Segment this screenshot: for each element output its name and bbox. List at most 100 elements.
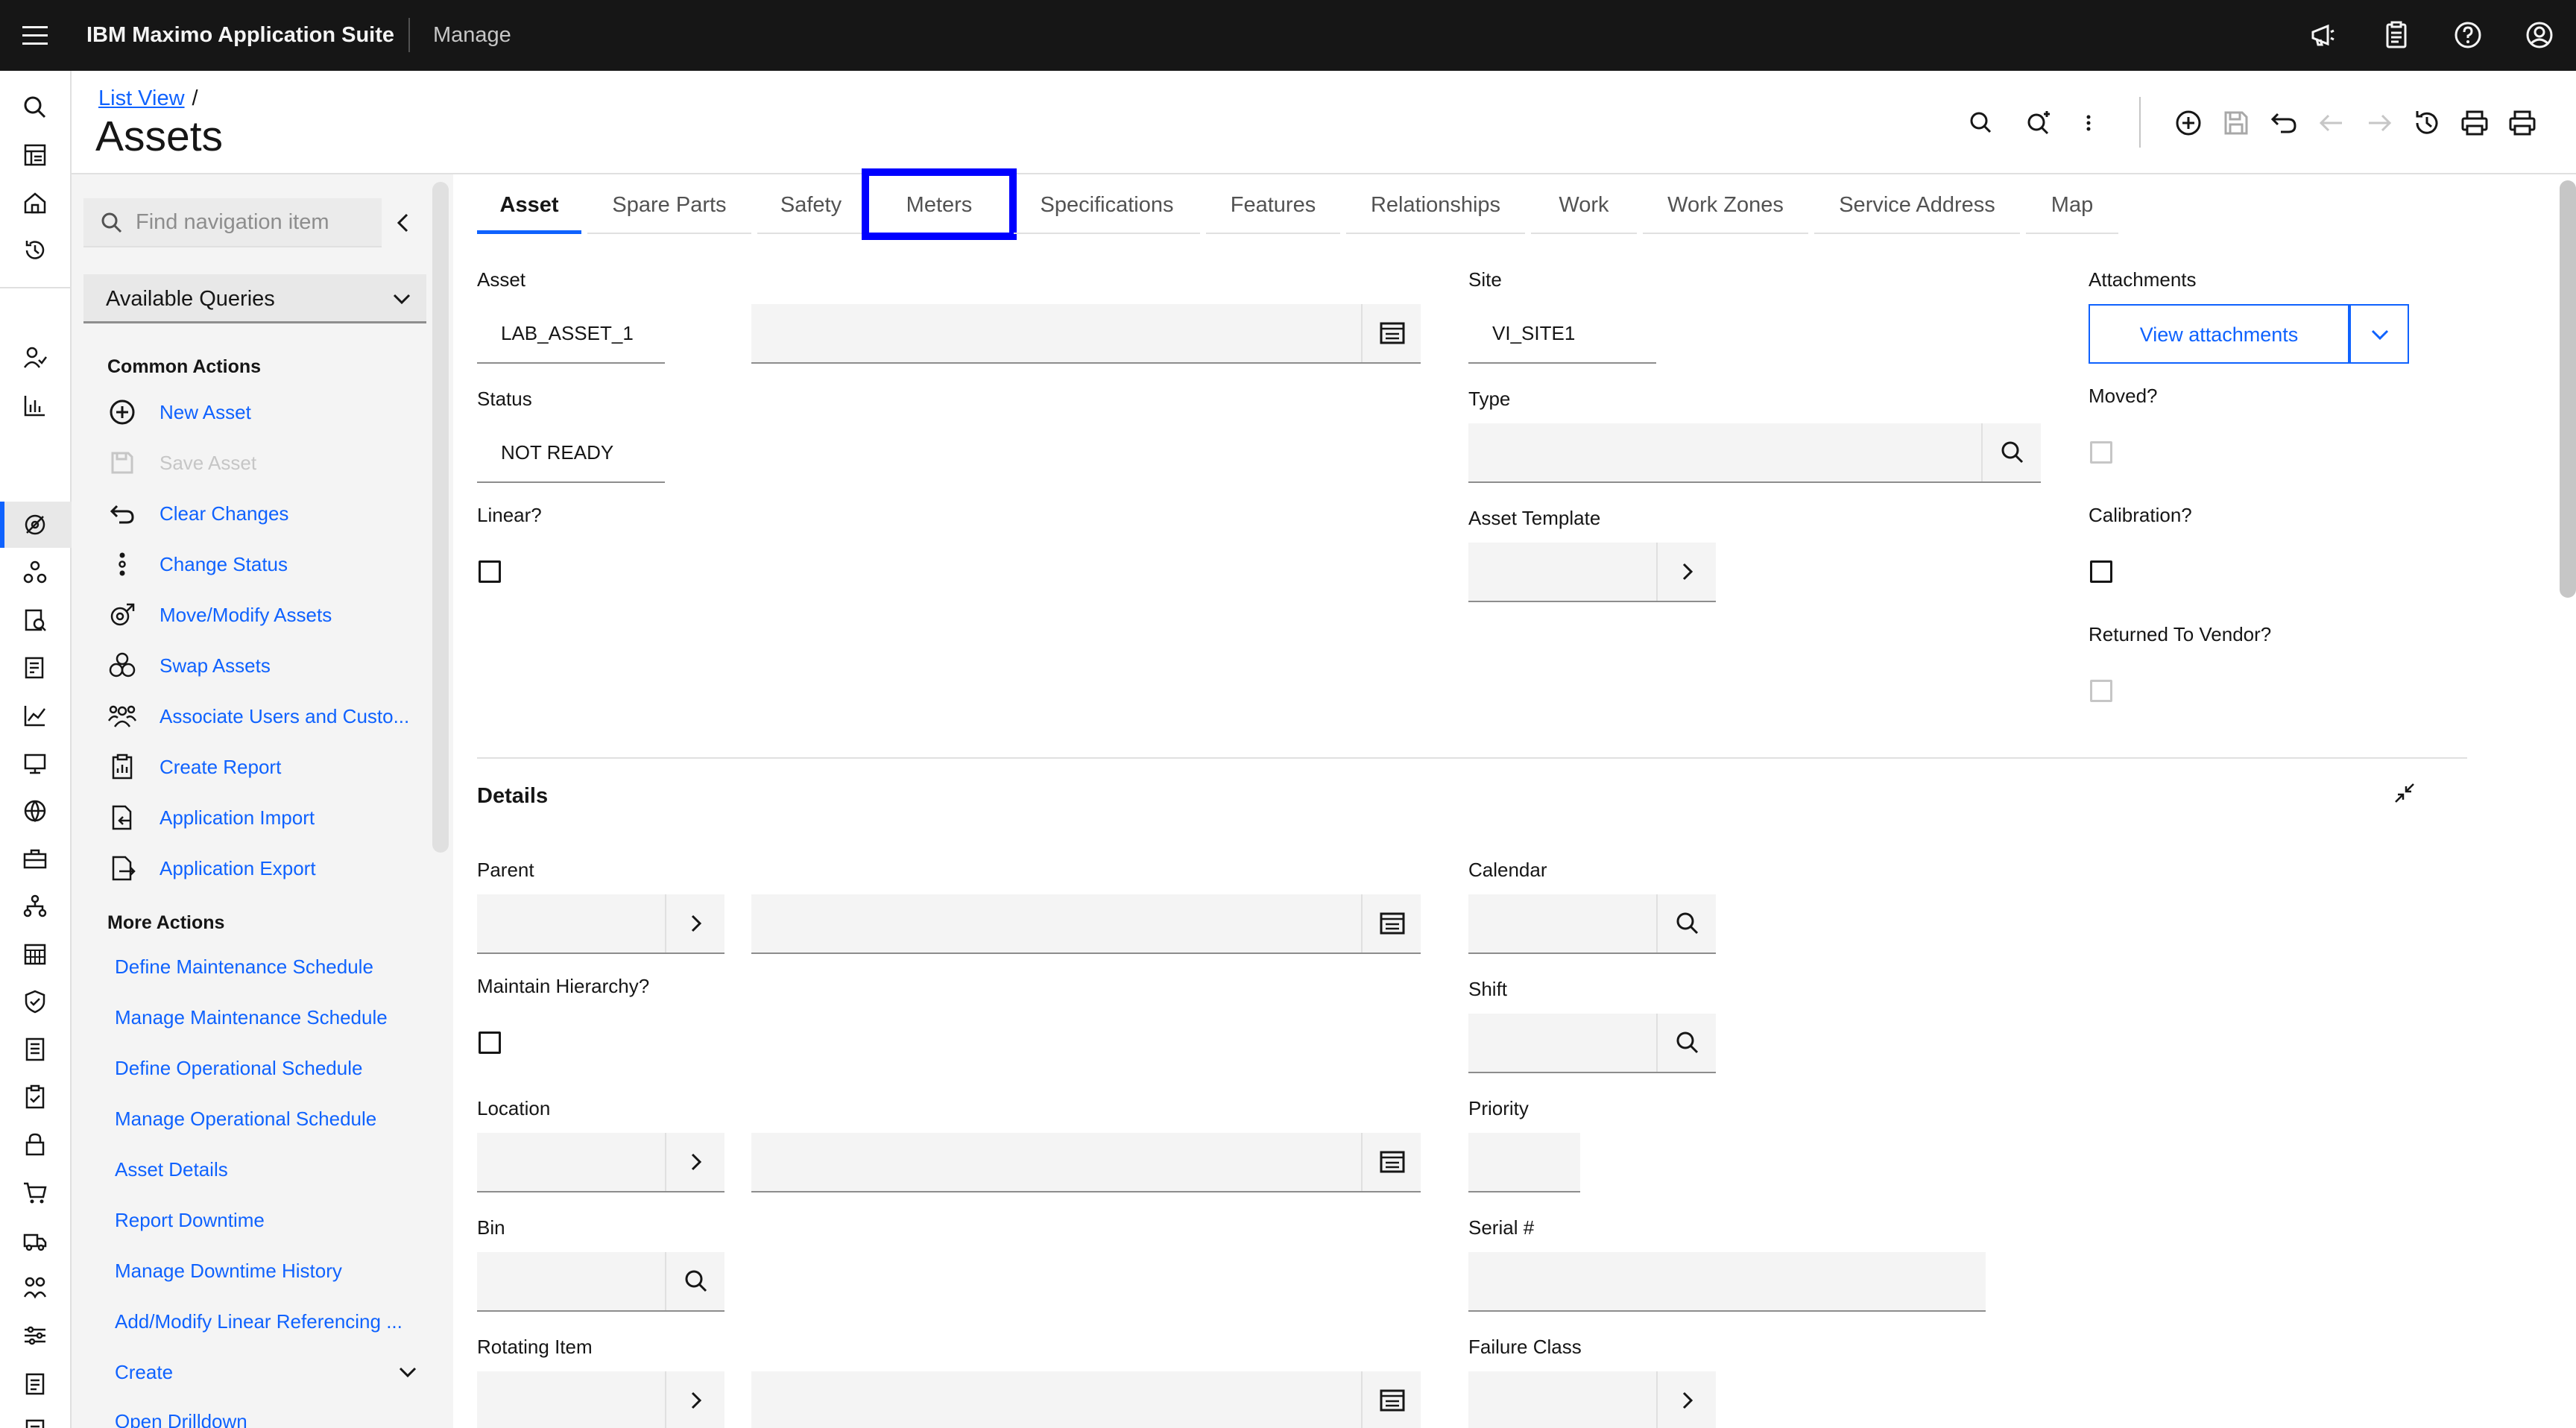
- lock-icon[interactable]: [21, 1131, 49, 1159]
- save-icon[interactable]: [2220, 107, 2253, 139]
- overflow-menu-icon[interactable]: [2072, 107, 2105, 139]
- asset-template-field[interactable]: [1468, 543, 1716, 602]
- moved-checkbox[interactable]: [2090, 441, 2112, 464]
- chevron-right-icon[interactable]: [665, 1133, 724, 1191]
- nav-link-manage-operational-schedule[interactable]: Manage Operational Schedule: [115, 1108, 413, 1131]
- cart-icon[interactable]: [21, 1178, 49, 1207]
- nav-search-input[interactable]: [136, 198, 374, 246]
- rotating-item-field[interactable]: [477, 1371, 724, 1428]
- tab-relationships[interactable]: Relationships: [1346, 174, 1525, 234]
- document-settings-icon[interactable]: [21, 654, 49, 682]
- long-description-icon[interactable]: [1361, 894, 1421, 952]
- nav-link-report-downtime[interactable]: Report Downtime: [115, 1209, 413, 1232]
- sliders-icon[interactable]: [21, 1321, 49, 1350]
- shift-field[interactable]: [1468, 1014, 1716, 1073]
- failure-class-field[interactable]: [1468, 1371, 1716, 1428]
- location-description-field[interactable]: [751, 1133, 1421, 1192]
- report-list-icon[interactable]: [21, 1417, 49, 1428]
- tab-specifications[interactable]: Specifications: [1014, 174, 1200, 234]
- clipboard-icon[interactable]: [2381, 19, 2412, 51]
- rotating-item-description-field[interactable]: [751, 1371, 1421, 1428]
- brand-name[interactable]: IBM Maximo Application Suite: [86, 23, 394, 48]
- parent-description-field[interactable]: [751, 894, 1421, 954]
- print-icon[interactable]: [2458, 107, 2491, 139]
- search-icon[interactable]: [1965, 107, 1998, 139]
- arrow-right-icon[interactable]: [2363, 107, 2396, 139]
- nav-item-change-status[interactable]: Change Status: [107, 544, 420, 583]
- asset-description-field[interactable]: [751, 304, 1421, 364]
- announcement-icon[interactable]: [2308, 19, 2339, 51]
- dashboard-icon[interactable]: [21, 141, 49, 169]
- people-icon[interactable]: [21, 344, 49, 372]
- search-icon[interactable]: [1981, 423, 2041, 481]
- tab-service-address[interactable]: Service Address: [1814, 174, 2020, 234]
- list-document-icon[interactable]: [21, 1035, 49, 1064]
- search-icon[interactable]: [1656, 894, 1716, 952]
- tab-features[interactable]: Features: [1206, 174, 1340, 234]
- nav-link-open-drilldown[interactable]: Open Drilldown: [115, 1410, 413, 1428]
- tab-asset[interactable]: Asset: [477, 174, 581, 234]
- tab-work[interactable]: Work: [1531, 174, 1637, 234]
- nav-link-asset-details[interactable]: Asset Details: [115, 1158, 413, 1181]
- group-icon[interactable]: [21, 1274, 49, 1302]
- history-icon[interactable]: [2411, 107, 2443, 139]
- chevron-right-icon[interactable]: [665, 1371, 724, 1428]
- nav-item-move-modify-assets[interactable]: Move/Modify Assets: [107, 595, 420, 634]
- nav-item-save-asset[interactable]: Save Asset: [107, 443, 420, 481]
- user-avatar-icon[interactable]: [2524, 19, 2555, 51]
- returned-to-vendor-checkbox[interactable]: [2090, 680, 2112, 702]
- chevron-right-icon[interactable]: [1656, 543, 1716, 601]
- nav-link-linear-referencing[interactable]: Add/Modify Linear Referencing ...: [115, 1310, 413, 1333]
- status-field[interactable]: NOT READY: [477, 423, 665, 483]
- chevron-down-icon[interactable]: [395, 1359, 420, 1385]
- serial-field[interactable]: [1468, 1252, 1986, 1312]
- attachments-menu-button[interactable]: [2349, 304, 2409, 364]
- long-description-icon[interactable]: [1361, 304, 1421, 362]
- home-icon[interactable]: [21, 189, 49, 217]
- chevron-right-icon[interactable]: [665, 894, 724, 952]
- help-icon[interactable]: [2452, 19, 2484, 51]
- nav-item-create-report[interactable]: Create Report: [107, 747, 420, 786]
- history-icon[interactable]: [21, 236, 49, 265]
- tab-map[interactable]: Map: [2026, 174, 2118, 234]
- search-icon[interactable]: [665, 1252, 724, 1310]
- asset-field[interactable]: LAB_ASSET_1: [477, 304, 665, 364]
- add-circle-icon[interactable]: [2172, 107, 2205, 139]
- nav-link-create[interactable]: Create: [115, 1361, 368, 1384]
- arrow-left-icon[interactable]: [2315, 107, 2348, 139]
- collapse-nav-icon[interactable]: [389, 209, 417, 237]
- long-description-icon[interactable]: [1361, 1371, 1421, 1428]
- nav-item-application-import[interactable]: Application Import: [107, 797, 420, 836]
- calendar-grid-icon[interactable]: [21, 940, 49, 968]
- network-icon[interactable]: [21, 558, 49, 587]
- nav-scrollbar[interactable]: [432, 182, 449, 853]
- bin-field[interactable]: [477, 1252, 724, 1312]
- task-icon[interactable]: [21, 1369, 49, 1397]
- nav-item-new-asset[interactable]: New Asset: [107, 392, 420, 431]
- delivery-icon[interactable]: [21, 1226, 49, 1254]
- location-field[interactable]: [477, 1133, 724, 1192]
- type-field[interactable]: [1468, 423, 2041, 483]
- calendar-field[interactable]: [1468, 894, 1716, 954]
- globe-icon[interactable]: [21, 797, 49, 825]
- advanced-search-icon[interactable]: [2023, 107, 2056, 139]
- nav-link-manage-maintenance-schedule[interactable]: Manage Maintenance Schedule: [115, 1006, 413, 1029]
- tab-work-zones[interactable]: Work Zones: [1643, 174, 1808, 234]
- nav-link-define-operational-schedule[interactable]: Define Operational Schedule: [115, 1057, 413, 1080]
- long-description-icon[interactable]: [1361, 1133, 1421, 1191]
- clipboard-check-icon[interactable]: [21, 1083, 49, 1111]
- nav-link-manage-downtime-history[interactable]: Manage Downtime History: [115, 1260, 413, 1283]
- assets-icon[interactable]: [21, 511, 49, 539]
- hierarchy-icon[interactable]: [21, 892, 49, 920]
- nav-item-swap-assets[interactable]: Swap Assets: [107, 645, 420, 684]
- chevron-right-icon[interactable]: [1656, 1371, 1716, 1428]
- analytics-icon[interactable]: [21, 391, 49, 420]
- calibration-checkbox[interactable]: [2090, 560, 2112, 583]
- monitor-icon[interactable]: [21, 749, 49, 777]
- search-icon[interactable]: [1656, 1014, 1716, 1072]
- nav-link-define-maintenance-schedule[interactable]: Define Maintenance Schedule: [115, 955, 413, 979]
- view-attachments-button[interactable]: View attachments: [2089, 304, 2349, 364]
- search-icon[interactable]: [21, 93, 49, 121]
- priority-field[interactable]: [1468, 1133, 1580, 1192]
- site-field[interactable]: VI_SITE1: [1468, 304, 1656, 364]
